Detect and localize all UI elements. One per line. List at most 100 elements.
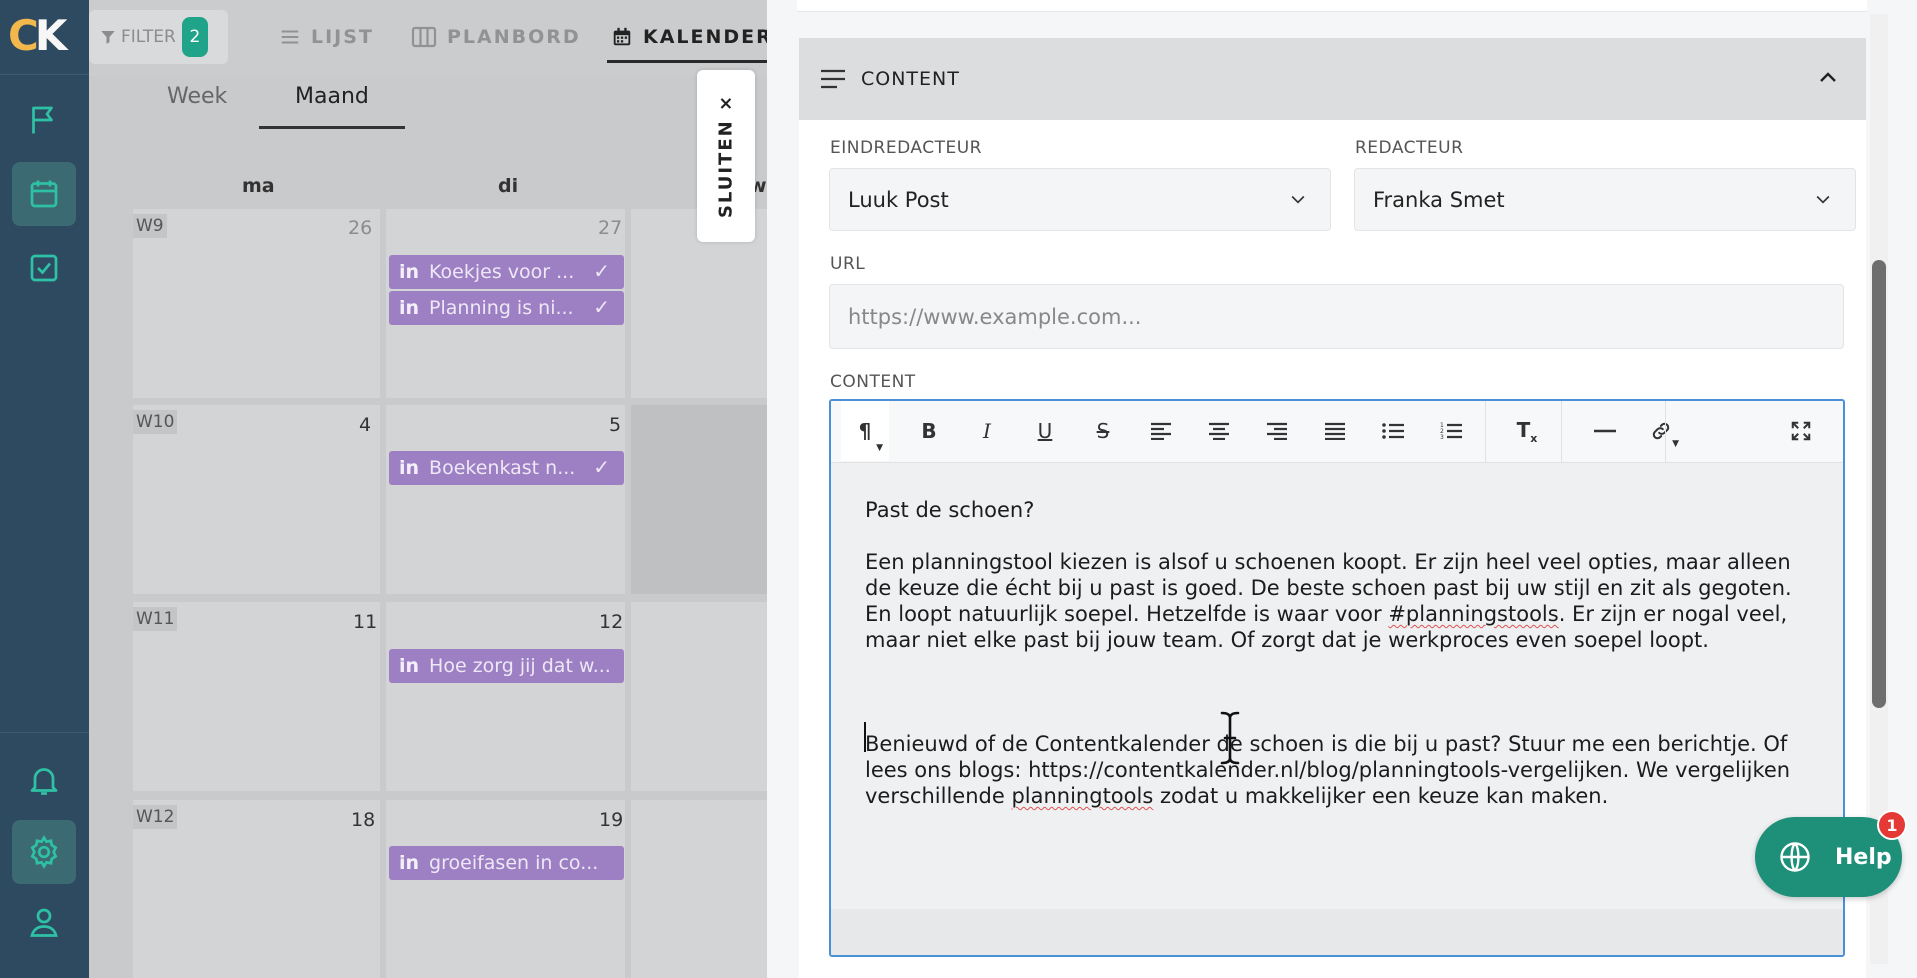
linkedin-icon: in bbox=[399, 852, 420, 874]
menu-icon bbox=[821, 69, 845, 89]
calendar-event[interactable]: in Boekenkast n... ✓ bbox=[389, 451, 624, 485]
active-tab-indicator bbox=[607, 60, 767, 63]
globe-icon bbox=[1780, 842, 1810, 872]
align-left-button[interactable] bbox=[1141, 411, 1181, 451]
day-number: 4 bbox=[359, 414, 372, 436]
paragraph-format-button[interactable]: ¶ ▼ bbox=[841, 401, 889, 461]
event-title: Boekenkast n... bbox=[429, 457, 576, 479]
tab-lijst[interactable]: LIJST bbox=[279, 20, 374, 54]
italic-button[interactable]: I bbox=[967, 411, 1007, 451]
calendar-event[interactable]: in Hoe zorg jij dat w... bbox=[389, 649, 624, 683]
chevron-down-icon bbox=[1291, 195, 1305, 204]
linkedin-icon: in bbox=[399, 655, 420, 677]
spellcheck-word: planningtools bbox=[1011, 784, 1154, 808]
calendar-event[interactable]: in Koekjes voor ... ✓ bbox=[389, 255, 624, 289]
url-input[interactable] bbox=[829, 284, 1844, 349]
editor-empty-line bbox=[865, 679, 1805, 705]
bell-icon bbox=[30, 768, 58, 795]
filter-icon bbox=[101, 31, 115, 44]
day-cell[interactable] bbox=[386, 602, 625, 791]
numbered-list-icon: 123 bbox=[1440, 422, 1462, 440]
horizontal-rule-icon bbox=[1594, 429, 1616, 433]
filter-button[interactable]: FILTER 2 bbox=[89, 10, 228, 64]
dropdown-caret-icon: ▼ bbox=[876, 443, 883, 453]
editor-paragraph: Een planningstool kiezen is alsof u scho… bbox=[865, 549, 1805, 653]
nav-profile-button[interactable] bbox=[12, 890, 76, 954]
numbered-list-button[interactable]: 123 bbox=[1431, 411, 1471, 451]
linkedin-icon: in bbox=[399, 457, 420, 479]
eindredacteur-select[interactable]: Luuk Post bbox=[829, 168, 1331, 231]
insert-link-button[interactable]: ▼ bbox=[1641, 411, 1681, 451]
rich-text-editor[interactable]: ¶ ▼ B I U S 123 Tx ▼ Past de schoen? Een… bbox=[829, 399, 1845, 957]
eindredacteur-label: EINDREDACTEUR bbox=[830, 138, 982, 158]
underline-button[interactable]: U bbox=[1025, 411, 1065, 451]
calendar-icon bbox=[613, 27, 631, 46]
day-number: 19 bbox=[599, 809, 624, 831]
nav-notifications-button[interactable] bbox=[12, 748, 76, 812]
chevron-up-icon[interactable] bbox=[1816, 66, 1840, 90]
check-icon: ✓ bbox=[593, 259, 610, 283]
redacteur-select[interactable]: Franka Smet bbox=[1354, 168, 1856, 231]
panel-top-strip bbox=[797, 0, 1867, 12]
day-cell[interactable] bbox=[386, 800, 625, 978]
editor-text-run: zodat u makkelijker een keuze kan maken. bbox=[1153, 784, 1609, 808]
svg-text:3: 3 bbox=[1440, 434, 1444, 440]
calendar-event[interactable]: in groeifasen in co... bbox=[389, 846, 624, 880]
day-cell[interactable] bbox=[133, 209, 380, 398]
event-title: groeifasen in co... bbox=[429, 852, 599, 874]
eindredacteur-value: Luuk Post bbox=[848, 187, 949, 212]
tab-kalender[interactable]: KALENDER bbox=[611, 20, 767, 54]
calendar-icon bbox=[30, 180, 58, 208]
list-icon bbox=[281, 30, 299, 44]
editor-content[interactable]: Past de schoen? Een planningstool kiezen… bbox=[865, 497, 1805, 835]
horizontal-rule-button[interactable] bbox=[1585, 411, 1625, 451]
nav-tasks-button[interactable] bbox=[12, 236, 76, 300]
align-right-button[interactable] bbox=[1257, 411, 1297, 451]
align-justify-button[interactable] bbox=[1315, 411, 1355, 451]
subtab-maand[interactable]: Maand bbox=[295, 84, 369, 109]
toolbar-separator bbox=[1485, 401, 1486, 463]
day-number: 12 bbox=[599, 611, 624, 633]
underline-icon: U bbox=[1037, 419, 1053, 443]
event-title: Planning is ni... bbox=[429, 297, 574, 319]
close-panel-button[interactable]: SLUITEN × bbox=[697, 70, 755, 242]
nav-calendar-button[interactable] bbox=[12, 162, 76, 226]
day-cell[interactable] bbox=[631, 800, 767, 978]
chevron-down-icon bbox=[1816, 195, 1830, 204]
tab-planbord[interactable]: PLANBORD bbox=[411, 20, 581, 54]
nav-campaigns-button[interactable] bbox=[12, 88, 76, 152]
strikethrough-icon: S bbox=[1096, 419, 1110, 443]
subtab-indicator bbox=[259, 126, 405, 129]
columns-icon bbox=[411, 26, 437, 48]
day-header-ma: ma bbox=[242, 175, 275, 197]
nav-divider bbox=[0, 732, 89, 733]
day-cell[interactable] bbox=[386, 405, 625, 594]
scrollbar-thumb[interactable] bbox=[1872, 260, 1886, 708]
day-cell[interactable] bbox=[631, 405, 767, 594]
clear-format-button[interactable]: Tx bbox=[1507, 411, 1547, 451]
url-label: URL bbox=[830, 254, 866, 274]
editor-paragraph: Benieuwd of de Contentkalender de schoen… bbox=[865, 731, 1805, 809]
bullet-list-button[interactable] bbox=[1373, 411, 1413, 451]
day-cell[interactable] bbox=[631, 602, 767, 791]
calendar-event[interactable]: in Planning is ni... ✓ bbox=[389, 291, 624, 325]
tab-kalender-label: KALENDER bbox=[643, 26, 767, 48]
app-logo[interactable]: CK bbox=[8, 14, 80, 58]
close-panel-label: SLUITEN × bbox=[715, 93, 737, 219]
fullscreen-button[interactable] bbox=[1781, 411, 1821, 451]
gear-icon bbox=[30, 835, 58, 869]
day-number: 11 bbox=[353, 611, 378, 633]
bold-button[interactable]: B bbox=[909, 411, 949, 451]
nav-settings-button[interactable] bbox=[12, 820, 76, 884]
editor-paragraph: Past de schoen? bbox=[865, 498, 1035, 522]
italic-icon: I bbox=[983, 419, 991, 443]
align-right-icon bbox=[1267, 422, 1287, 440]
user-icon bbox=[30, 908, 58, 937]
content-section-header[interactable]: CONTENT bbox=[799, 38, 1866, 120]
align-center-button[interactable] bbox=[1199, 411, 1239, 451]
subtab-week[interactable]: Week bbox=[167, 84, 227, 109]
help-notification-badge: 1 bbox=[1877, 810, 1907, 840]
checkbox-icon bbox=[30, 254, 58, 282]
week-label: W9 bbox=[133, 214, 167, 238]
strikethrough-button[interactable]: S bbox=[1083, 411, 1123, 451]
